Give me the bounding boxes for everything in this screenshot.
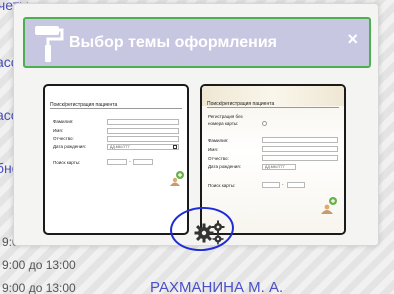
theme-option-classic[interactable]: Поиск/регистрация пациента Фамилия: Имя:…: [43, 84, 189, 235]
preview-input: [262, 155, 338, 161]
preview-input: [262, 146, 338, 152]
preview-input: [287, 182, 305, 188]
bg-doctor-name[interactable]: РАХМАНИНА М. А.: [150, 279, 283, 294]
bg-time-3: 9:00 до 13:00: [2, 281, 76, 294]
dialog-title: Выбор темы оформления: [69, 34, 277, 51]
add-patient-icon: [170, 171, 184, 186]
dialog-header: Выбор темы оформления ×: [23, 17, 371, 68]
preview-label-surname: Фамилия:: [53, 119, 74, 124]
preview-input: [107, 136, 179, 142]
preview-label-no-card: Регистрация без номера карты:: [208, 114, 243, 126]
bg-time-2: 9:00 до 13:00: [2, 258, 76, 272]
preview-title: Поиск/регистрация пациента: [50, 102, 182, 109]
preview-label-name: Имя:: [53, 128, 64, 133]
add-patient-icon: [321, 197, 337, 214]
preview-label-patronymic: Отчество:: [208, 156, 229, 161]
preview-label-name: Имя:: [208, 147, 219, 152]
calendar-icon: [173, 145, 177, 149]
preview-date-field: ДД.ММ.ГГГГ: [107, 144, 179, 150]
preview-input: [107, 128, 179, 134]
preview-label-birthdate: Дата рождения:: [208, 164, 241, 169]
preview-label-birthdate: Дата рождения:: [53, 144, 86, 149]
preview-dash: -: [282, 182, 284, 187]
preview-label-patronymic: Отчество:: [53, 136, 74, 141]
preview-radio: [262, 121, 267, 126]
preview-input: [133, 159, 153, 165]
preview-date-field: ДД.ММ.ГГГГ: [262, 164, 296, 170]
close-button[interactable]: ×: [347, 30, 358, 48]
preview-input: [107, 159, 127, 165]
preview-label-card-search: Поиск карты:: [208, 183, 236, 188]
preview-input: [262, 182, 280, 188]
preview-label-surname: Фамилия:: [208, 138, 229, 143]
preview-label-card-search: Поиск карты:: [53, 160, 81, 165]
preview-title: Поиск/регистрация пациента: [207, 101, 339, 108]
preview-input: [107, 119, 179, 125]
paint-roller-icon: [35, 26, 64, 62]
preview-dash: -: [129, 159, 131, 164]
theme-preview-classic: Поиск/регистрация пациента Фамилия: Имя:…: [45, 86, 187, 233]
preview-input: [262, 137, 338, 143]
